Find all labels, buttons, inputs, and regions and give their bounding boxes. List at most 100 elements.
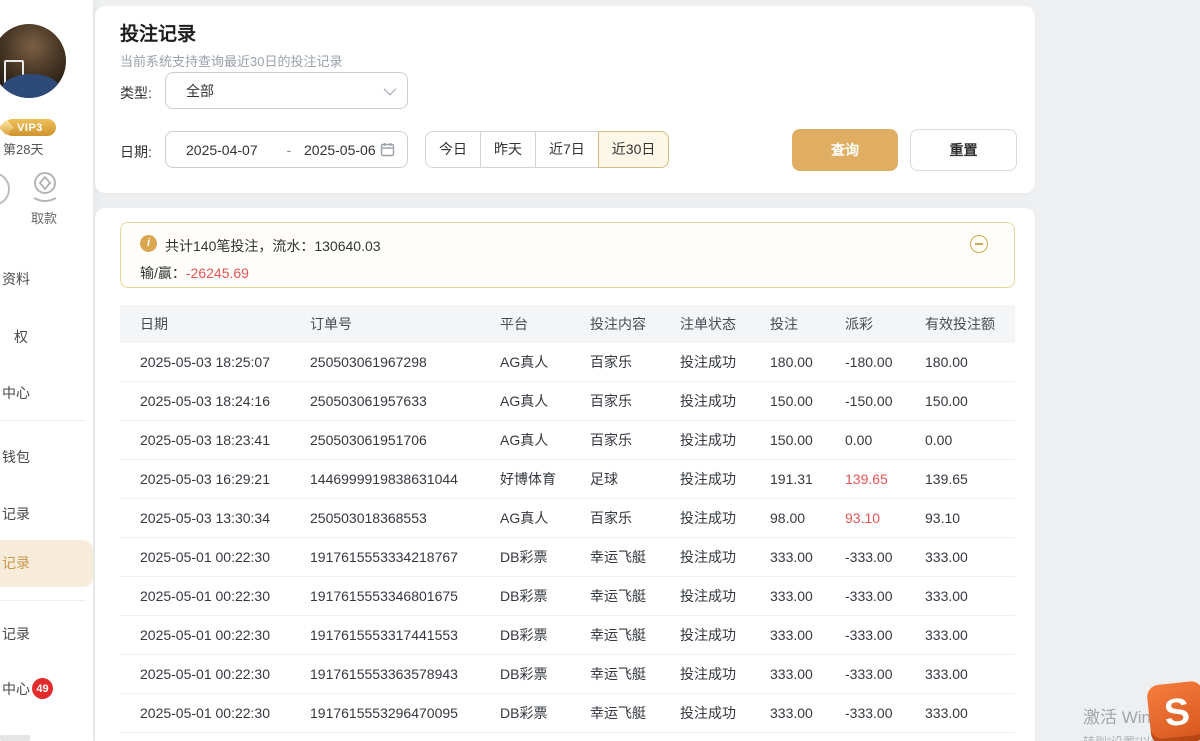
summary-totals: 共计140笔投注，流水：130640.03 [165,236,381,256]
type-label: 类型: [120,83,152,103]
withdraw-label: 取款 [22,208,66,227]
table-row: 2025-05-03 18:25:07250503061967298AG真人百家… [120,343,1015,382]
date-start-value: 2025-04-07 [186,142,274,158]
reset-button[interactable]: 重置 [910,129,1017,171]
sidebar-item-betting-records-active[interactable]: 记录 [0,540,93,587]
cell-status: 投注成功 [660,343,750,381]
cell-bet: 150.00 [750,421,825,459]
col-status: 注单状态 [660,305,750,343]
cell-platform: DB彩票 [480,694,570,732]
sidebar-item-wallet[interactable]: 钱包 [0,440,93,474]
cell-content: 幸运飞艇 [570,694,660,732]
cell-status: 投注成功 [660,577,750,615]
cell-platform: DB彩票 [480,538,570,576]
win-lose-line: 输/赢：-26245.69 [140,263,249,283]
cell-bet: 333.00 [750,655,825,693]
cell-bet: 150.00 [750,382,825,420]
records-table: 日期 订单号 平台 投注内容 注单状态 投注 派彩 有效投注额 2025-05-… [120,305,1015,733]
cell-payout: 0.00 [825,421,905,459]
clipped-sidebar-item [0,735,30,741]
table-row: 2025-05-03 18:23:41250503061951706AG真人百家… [120,421,1015,460]
table-row: 2025-05-01 00:22:301917615553334218767DB… [120,538,1015,577]
cell-status: 投注成功 [660,460,750,498]
info-icon: i [140,235,157,252]
cell-status: 投注成功 [660,382,750,420]
cell-date: 2025-05-03 16:29:21 [120,460,290,498]
table-row: 2025-05-01 00:22:301917615553346801675DB… [120,577,1015,616]
cell-date: 2025-05-01 00:22:30 [120,577,290,615]
cell-valid: 150.00 [905,382,1015,420]
cell-payout: -150.00 [825,382,905,420]
query-button[interactable]: 查询 [792,129,898,171]
cell-payout: 93.10 [825,499,905,537]
table-row: 2025-05-03 18:24:16250503061957633AG真人百家… [120,382,1015,421]
date-label: 日期: [120,142,152,162]
date-range-picker[interactable]: 2025-04-07 - 2025-05-06 [165,131,408,168]
quick-range-30days[interactable]: 近30日 [598,131,670,168]
betting-records-page: VIP3 第28天 取款 资料 权 中心 钱包 记录 记录 记录 中心 49 投… [0,0,1200,741]
sidebar-item-transaction-records[interactable]: 记录 [0,497,93,531]
unread-count-badge: 49 [32,678,53,699]
cell-status: 投注成功 [660,538,750,576]
sidebar-item-label: 中心 [0,681,30,697]
user-avatar[interactable] [0,24,66,98]
cell-valid: 180.00 [905,343,1015,381]
cell-valid: 333.00 [905,694,1015,732]
withdraw-icon[interactable] [26,168,62,204]
summary-box: i 共计140笔投注，流水：130640.03 输/赢：-26245.69 [120,222,1015,288]
cell-date: 2025-05-01 00:22:30 [120,655,290,693]
cell-payout: -333.00 [825,577,905,615]
cell-order: 250503018368553 [290,499,480,537]
sidebar-item-label: 记录 [0,506,30,522]
sidebar-item-privilege[interactable]: 权 [0,320,93,354]
col-bet: 投注 [750,305,825,343]
quick-range-yesterday[interactable]: 昨天 [480,131,536,168]
cell-bet: 333.00 [750,616,825,654]
cell-content: 百家乐 [570,421,660,459]
type-select-value: 全部 [186,81,384,101]
table-row: 2025-05-03 13:30:34250503018368553AG真人百家… [120,499,1015,538]
cell-payout: -333.00 [825,655,905,693]
type-select[interactable]: 全部 [165,72,408,109]
cell-content: 百家乐 [570,343,660,381]
table-row: 2025-05-01 00:22:301917615553296470095DB… [120,694,1015,733]
cell-payout: -180.00 [825,343,905,381]
cell-date: 2025-05-01 00:22:30 [120,538,290,576]
table-body: 2025-05-03 18:25:07250503061967298AG真人百家… [120,343,1015,733]
cell-platform: AG真人 [480,382,570,420]
col-payout: 派彩 [825,305,905,343]
sidebar-item-profile[interactable]: 资料 [0,262,93,296]
quick-range-today[interactable]: 今日 [425,131,481,168]
cell-payout: -333.00 [825,616,905,654]
table-row: 2025-05-01 00:22:301917615553317441553DB… [120,616,1015,655]
results-card: i 共计140笔投注，流水：130640.03 输/赢：-26245.69 日期… [95,208,1035,741]
col-valid-amount: 有效投注额 [905,305,1015,343]
quick-range-7days[interactable]: 近7日 [535,131,599,168]
cell-bet: 333.00 [750,538,825,576]
page-subtitle: 当前系统支持查询最近30日的投注记录 [120,51,342,70]
cell-date: 2025-05-03 13:30:34 [120,499,290,537]
cell-date: 2025-05-01 00:22:30 [120,616,290,654]
sidebar-item-label: 资料 [0,271,30,287]
sidebar-item-label: 权 [0,329,28,345]
cell-order: 250503061967298 [290,343,480,381]
col-date: 日期 [120,305,290,343]
sidebar-item-label: 记录 [0,626,30,642]
cell-content: 百家乐 [570,382,660,420]
cell-platform: AG真人 [480,499,570,537]
sidebar-item-center[interactable]: 中心 [0,376,93,410]
deposit-icon[interactable] [0,172,10,206]
cell-status: 投注成功 [660,655,750,693]
sidebar-divider [0,420,86,421]
sidebar-item-game-records[interactable]: 记录 [0,617,93,651]
cell-platform: 好博体育 [480,460,570,498]
vip-badge: VIP3 [4,119,56,136]
date-end-value: 2025-05-06 [304,142,380,158]
vip-gem-icon [0,120,14,136]
cell-order: 250503061957633 [290,382,480,420]
cell-platform: DB彩票 [480,577,570,615]
collapse-icon[interactable] [970,235,988,253]
sidebar-divider [0,600,86,601]
cell-order: 1917615553363578943 [290,655,480,693]
sidebar-item-label: 记录 [0,555,30,571]
